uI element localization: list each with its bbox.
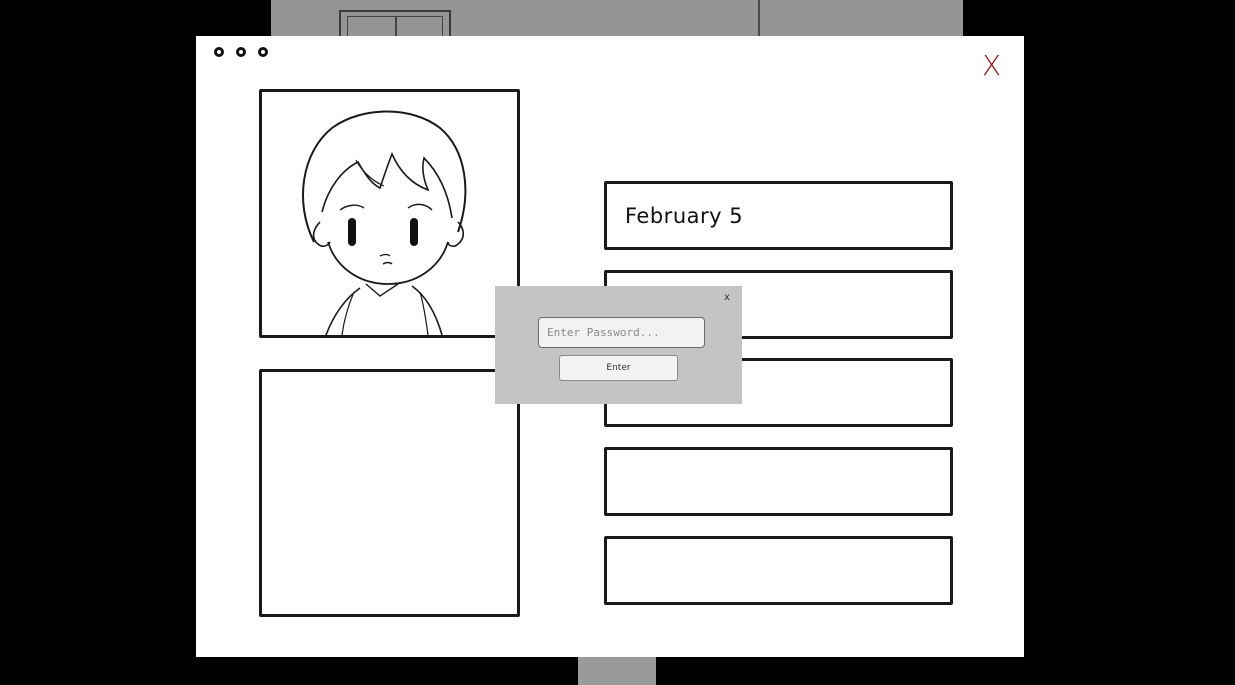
password-input[interactable]	[538, 317, 705, 348]
close-window-button[interactable]: X	[982, 52, 1001, 80]
game-scene: X February 5 x Enter Password... Enter	[0, 0, 1235, 685]
profile-field	[604, 536, 953, 605]
window-dot-icon	[214, 47, 224, 57]
password-dialog: x Enter	[495, 286, 742, 404]
dialog-close-button[interactable]: x	[722, 292, 732, 304]
profile-field-date: February 5	[604, 181, 953, 250]
background-wall-edge	[758, 0, 760, 36]
window-dot-icon	[258, 47, 268, 57]
empty-photo-box	[259, 369, 520, 617]
window-dots	[214, 47, 268, 57]
enter-button[interactable]: Enter	[559, 355, 678, 381]
background-floor	[578, 657, 656, 685]
profile-field	[604, 447, 953, 516]
window-dot-icon	[236, 47, 246, 57]
character-portrait	[259, 89, 520, 338]
date-text: February 5	[625, 204, 744, 228]
character-face-icon	[302, 110, 467, 335]
background-window-mullion	[395, 16, 397, 36]
